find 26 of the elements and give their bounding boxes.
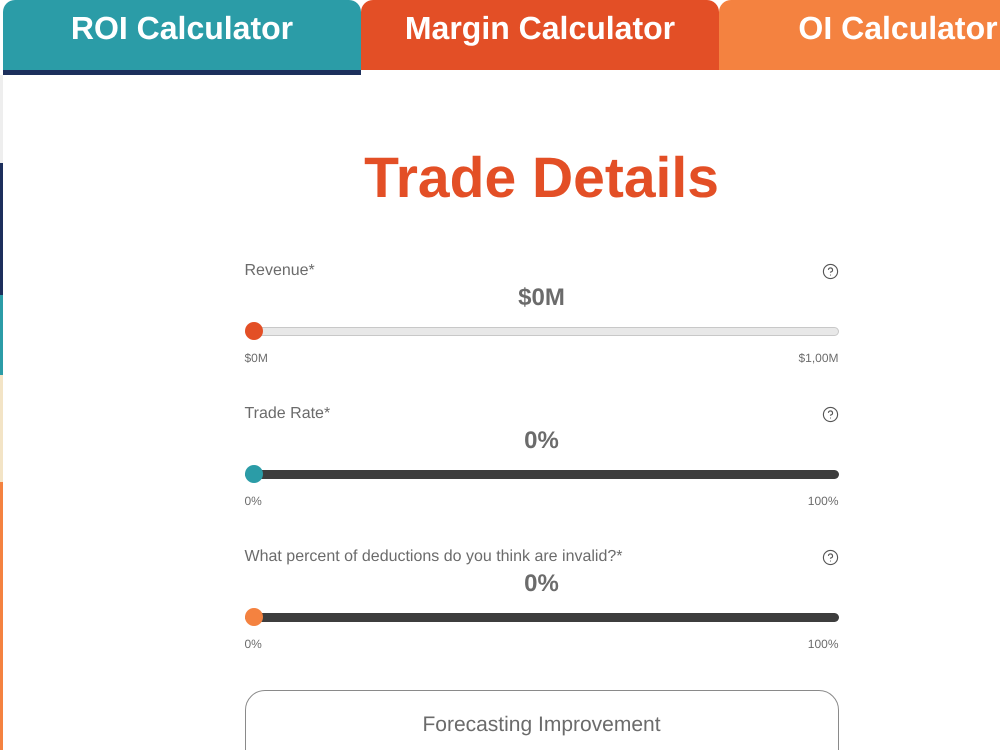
calculator-tab[interactable]: ROI Calculator (3, 0, 361, 75)
section-title: Trade Details (364, 145, 719, 211)
slider-value: $0M (518, 284, 565, 312)
slider-label: What percent of deductions do you think are invalid?* (244, 547, 623, 567)
slider-track[interactable] (244, 608, 838, 626)
slider-min-label: 0% (244, 637, 262, 652)
help-icon[interactable] (822, 548, 838, 566)
slider-min-label: 0% (244, 494, 262, 509)
slider-label: Trade Rate* (244, 404, 330, 424)
slider-thumb[interactable] (244, 465, 262, 483)
slider-track[interactable] (244, 322, 838, 340)
slider-max-label: 100% (808, 494, 838, 509)
calculator-tab[interactable]: Margin Calculator (361, 0, 719, 70)
slider-track[interactable] (244, 465, 838, 483)
slider-thumb[interactable] (244, 322, 262, 340)
slider-thumb[interactable] (244, 608, 262, 626)
slider-value: 0% (524, 570, 559, 598)
help-icon[interactable] (822, 262, 838, 280)
slider-min-label: $0M (244, 351, 268, 366)
help-icon[interactable] (822, 406, 838, 422)
slider-label: Revenue* (244, 261, 315, 281)
card-title: Forecasting Improvement (422, 712, 661, 738)
calculator-tab[interactable]: OI Calculator (719, 0, 1000, 70)
slider-max-label: $1,00M (798, 351, 838, 366)
slider-max-label: 100% (808, 637, 838, 652)
slider-value: 0% (524, 427, 559, 455)
